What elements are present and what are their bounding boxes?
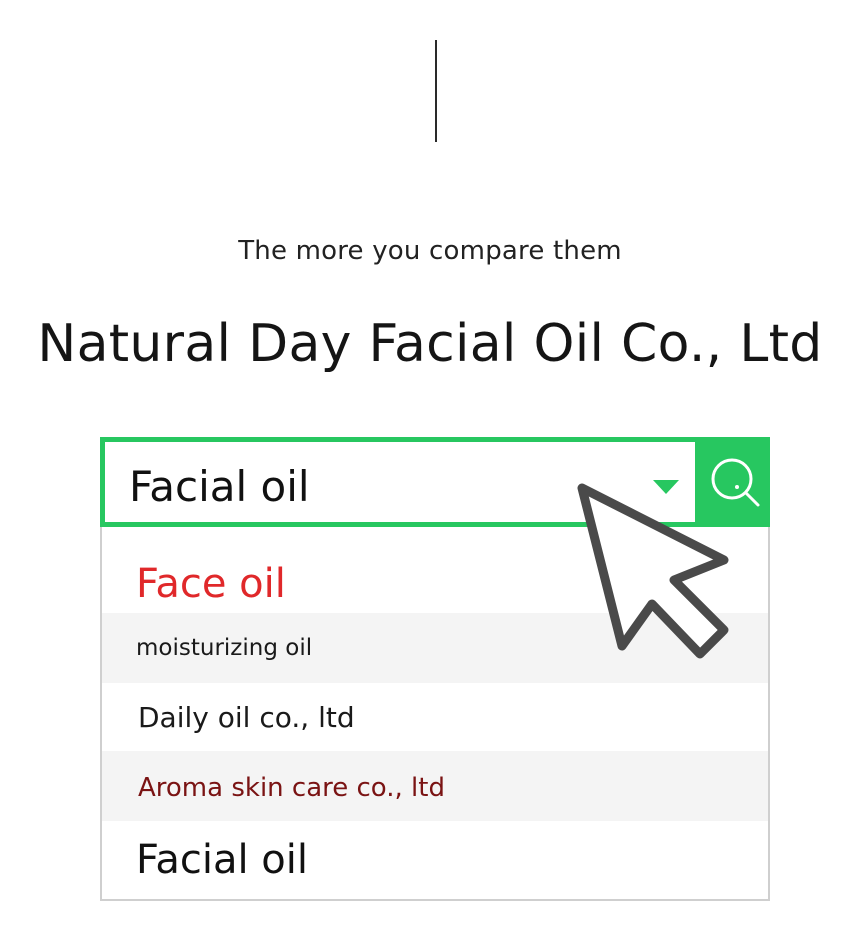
- suggestion-label: Daily oil co., ltd: [138, 701, 355, 734]
- tagline: The more you compare them: [238, 236, 622, 266]
- suggestion-label: Aroma skin care co., ltd: [138, 773, 445, 803]
- search-button[interactable]: [700, 437, 770, 527]
- caret-down-icon[interactable]: [653, 480, 679, 494]
- suggestion-item[interactable]: moisturizing oil: [102, 613, 768, 683]
- search-box[interactable]: Facial oil: [100, 437, 700, 527]
- vertical-divider: [435, 40, 437, 142]
- suggestion-item[interactable]: Face oil: [102, 527, 768, 613]
- suggestion-label: Face oil: [136, 561, 286, 607]
- search-icon: [711, 458, 760, 507]
- suggestion-dropdown: Face oil moisturizing oil Daily oil co.,…: [100, 527, 770, 901]
- suggestion-item[interactable]: Aroma skin care co., ltd: [102, 751, 768, 821]
- suggestion-label: Facial oil: [136, 837, 308, 883]
- suggestion-label: moisturizing oil: [136, 635, 313, 661]
- suggestion-item[interactable]: Facial oil: [102, 821, 768, 899]
- page-title: Natural Day Facial Oil Co., Ltd: [37, 314, 823, 374]
- search-input[interactable]: Facial oil: [129, 462, 310, 511]
- suggestion-item[interactable]: Daily oil co., ltd: [102, 683, 768, 751]
